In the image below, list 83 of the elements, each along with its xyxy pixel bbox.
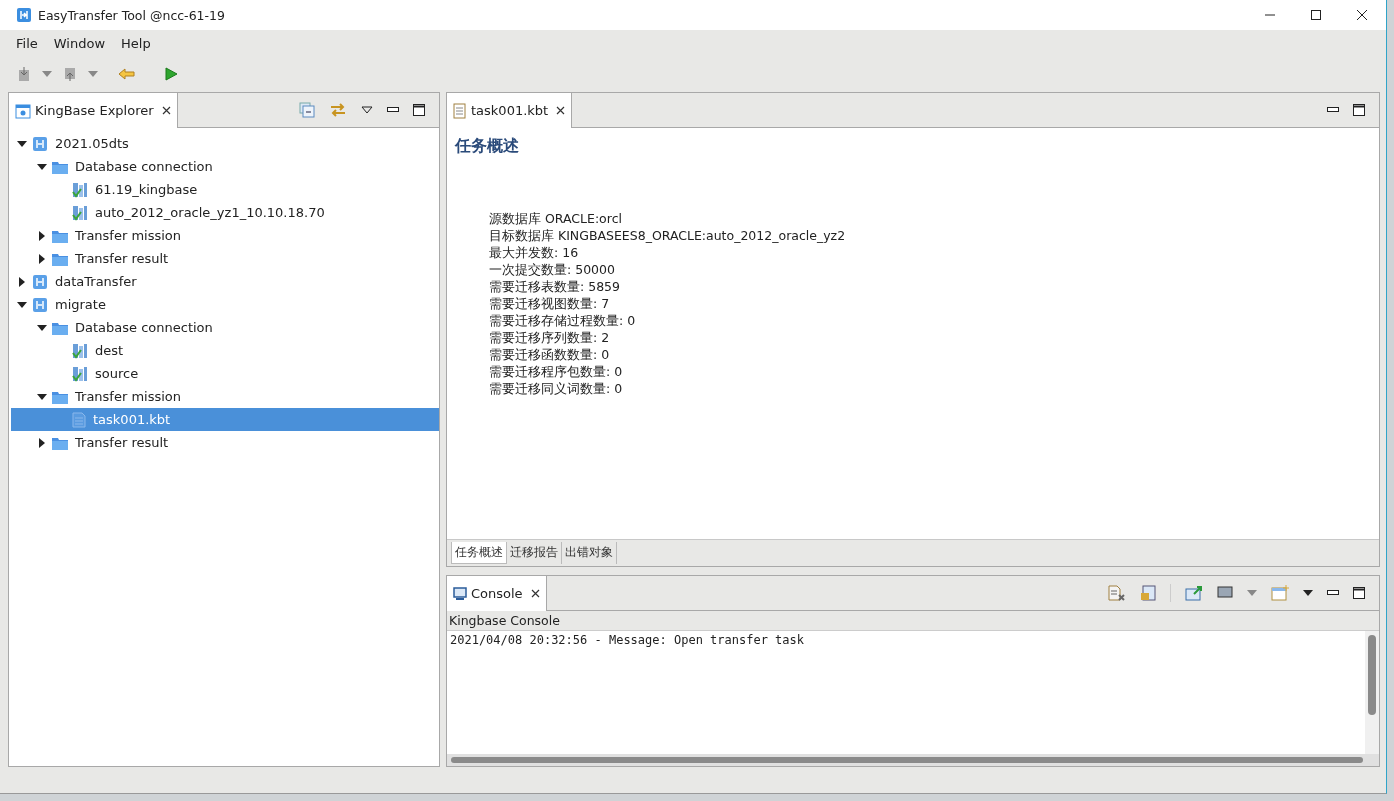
display-icon[interactable] — [1217, 586, 1233, 600]
minimize-icon[interactable] — [1327, 107, 1339, 113]
tree-item[interactable]: Transfer result — [11, 247, 439, 270]
tree-item[interactable]: migrate — [11, 293, 439, 316]
document-icon — [72, 411, 86, 428]
close-icon[interactable] — [1356, 9, 1368, 21]
maximize-icon[interactable] — [1310, 9, 1322, 21]
menu-item[interactable]: Window — [45, 35, 114, 51]
summary-line: 需要迁移存储过程数量: 0 — [489, 313, 637, 330]
summary-line: 需要迁移程序包数量: 0 — [489, 364, 624, 381]
pin-icon[interactable] — [1185, 585, 1203, 601]
expanded-arrow-icon[interactable] — [17, 138, 27, 149]
expanded-arrow-icon[interactable] — [37, 322, 47, 333]
folder-icon — [52, 389, 68, 404]
minimize-icon[interactable] — [387, 107, 399, 113]
database-check-icon — [72, 181, 88, 198]
project-icon — [32, 273, 48, 290]
summary-line: 需要迁移表数量: 5859 — [489, 279, 621, 296]
collapsed-arrow-icon[interactable] — [37, 230, 47, 241]
collapsed-arrow-icon[interactable] — [37, 253, 47, 264]
database-check-icon — [72, 204, 88, 221]
vertical-scrollbar[interactable] — [1365, 631, 1379, 754]
window-title: EasyTransfer Tool @ncc-61-19 — [38, 7, 225, 23]
dropdown-icon[interactable] — [1303, 590, 1313, 596]
database-check-icon — [72, 342, 88, 359]
summary-line: 最大并发数: 16 — [489, 245, 580, 262]
page-tab[interactable]: 任务概述 — [451, 542, 507, 564]
run-icon[interactable] — [164, 67, 178, 81]
tree-item[interactable]: Database connection — [11, 316, 439, 339]
collapse-all-icon[interactable] — [299, 102, 315, 118]
project-icon — [32, 296, 48, 313]
menu-item[interactable]: Help — [113, 35, 159, 51]
folder-icon — [52, 320, 68, 335]
clear-console-icon[interactable] — [1108, 585, 1126, 601]
folder-icon — [52, 228, 68, 243]
console-line: 2021/04/08 20:32:56 - Message: Open transfer task — [450, 633, 805, 647]
summary-line: 需要迁移同义词数量: 0 — [489, 381, 624, 398]
console-name: Kingbase Console — [447, 611, 1379, 631]
app-icon — [16, 7, 32, 23]
collapsed-arrow-icon[interactable] — [17, 276, 27, 287]
expanded-arrow-icon[interactable] — [37, 391, 47, 402]
folder-icon — [52, 435, 68, 450]
monitor-icon — [453, 586, 467, 601]
summary-line: 需要迁移序列数量: 2 — [489, 330, 611, 347]
section-heading: 任务概述 — [453, 135, 520, 157]
summary-line: 需要迁移视图数量: 7 — [489, 296, 611, 313]
tree-item[interactable]: Database connection — [11, 155, 439, 178]
close-icon[interactable] — [530, 589, 540, 598]
maximize-icon[interactable] — [1353, 104, 1365, 116]
maximize-icon[interactable] — [413, 104, 425, 116]
tree-item[interactable]: Transfer mission — [11, 385, 439, 408]
document-icon — [453, 102, 467, 119]
minimize-icon[interactable] — [1327, 590, 1339, 596]
tree-item[interactable]: dataTransfer — [11, 270, 439, 293]
collapsed-arrow-icon[interactable] — [37, 437, 47, 448]
maximize-icon[interactable] — [1353, 587, 1365, 599]
view-menu-icon[interactable] — [361, 106, 373, 114]
summary-line: 源数据库 ORACLE:orcl — [489, 211, 623, 228]
close-icon[interactable] — [556, 106, 566, 115]
database-check-icon — [72, 365, 88, 382]
project-icon — [32, 135, 48, 152]
menu-item[interactable]: File — [8, 35, 46, 51]
page-tab[interactable]: 出错对象 — [562, 542, 617, 564]
tree-item[interactable]: auto_2012_oracle_yz1_10.10.18.70 — [11, 201, 439, 224]
close-icon[interactable] — [161, 106, 171, 115]
folder-icon — [52, 251, 68, 266]
tree-item[interactable]: 61.19_kingbase — [11, 178, 439, 201]
expanded-arrow-icon[interactable] — [37, 161, 47, 172]
folder-icon — [52, 159, 68, 174]
tree-item[interactable]: source — [11, 362, 439, 385]
tree-item[interactable]: 2021.05dts — [11, 132, 439, 155]
tree-item[interactable]: Transfer mission — [11, 224, 439, 247]
summary-line: 目标数据库 KINGBASEES8_ORACLE:auto_2012_oracle_yz2 — [489, 228, 847, 245]
summary-line: 需要迁移函数数量: 0 — [489, 347, 611, 364]
calendar-icon — [15, 102, 31, 119]
import-icon[interactable] — [16, 66, 32, 82]
page-tab[interactable]: 迁移报告 — [507, 542, 562, 564]
expanded-arrow-icon[interactable] — [17, 299, 27, 310]
tree-item[interactable]: dest — [11, 339, 439, 362]
export-icon[interactable] — [62, 66, 78, 82]
horizontal-scrollbar[interactable] — [447, 754, 1379, 766]
tree-item[interactable]: Transfer result — [11, 431, 439, 454]
summary-line: 一次提交数量: 50000 — [489, 262, 616, 279]
